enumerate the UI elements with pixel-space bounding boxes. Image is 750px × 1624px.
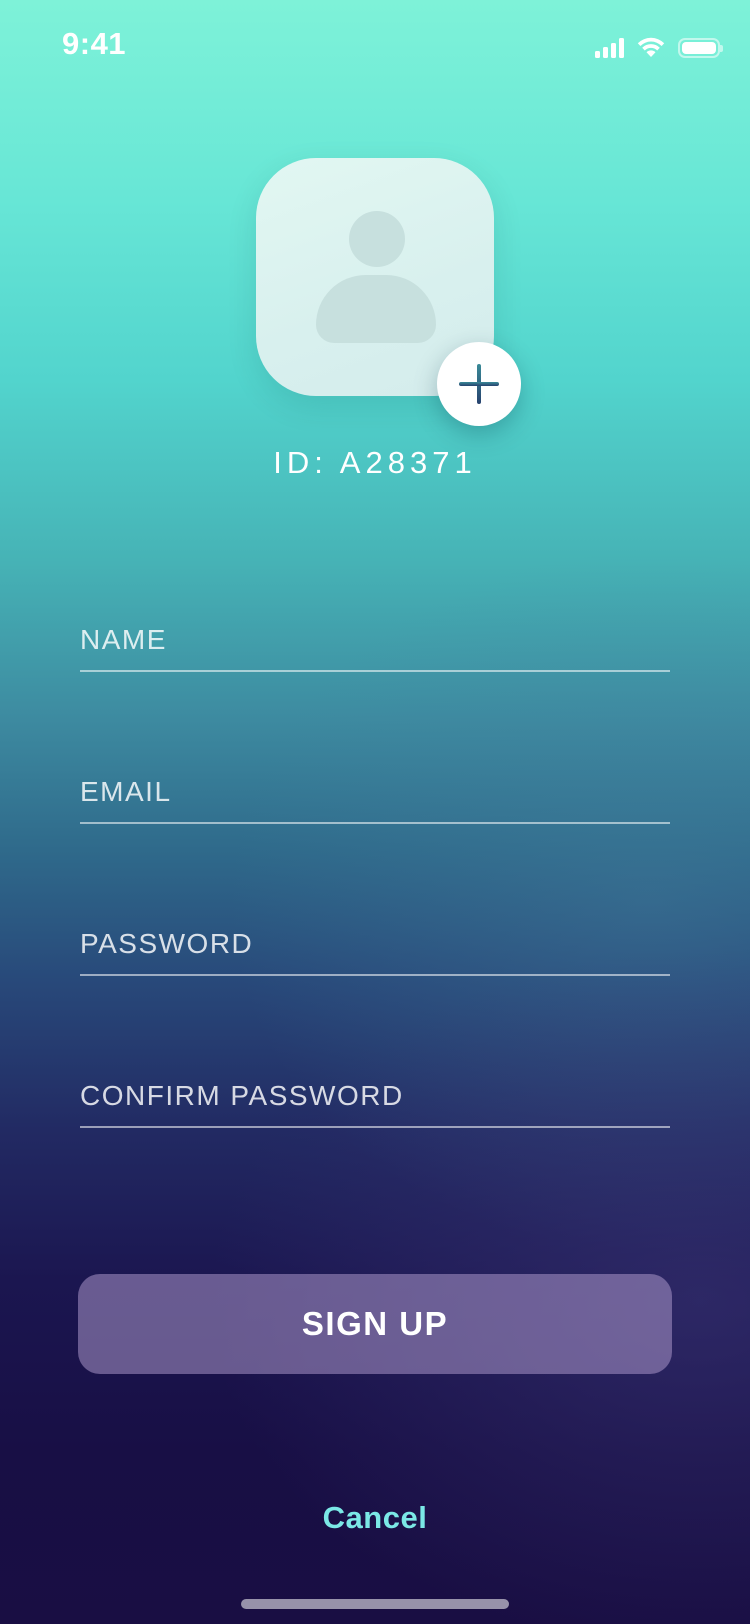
avatar-container bbox=[256, 158, 521, 426]
password-field bbox=[80, 906, 670, 976]
status-icons bbox=[595, 32, 723, 58]
confirm-password-input[interactable] bbox=[80, 1080, 670, 1112]
signup-button[interactable]: SIGN UP bbox=[78, 1274, 672, 1374]
avatar-head bbox=[349, 211, 405, 267]
signup-screen: 9:41 ID: A28371 NAME EMAIL SIGN UP Cance… bbox=[0, 0, 750, 1624]
status-bar: 9:41 bbox=[0, 0, 750, 90]
email-field bbox=[80, 754, 670, 824]
cellular-signal-icon bbox=[595, 36, 624, 58]
user-id-label: ID: A28371 bbox=[273, 445, 477, 480]
status-time: 9:41 bbox=[62, 26, 127, 61]
name-field bbox=[80, 602, 670, 672]
plus-icon bbox=[459, 364, 499, 404]
name-input[interactable] bbox=[80, 624, 670, 656]
email-input[interactable] bbox=[80, 776, 670, 808]
home-indicator[interactable] bbox=[241, 1599, 509, 1609]
confirm-password-field bbox=[80, 1058, 670, 1128]
add-photo-button[interactable] bbox=[437, 342, 521, 426]
avatar-body bbox=[316, 275, 436, 343]
password-input[interactable] bbox=[80, 928, 670, 960]
wifi-icon bbox=[636, 36, 666, 58]
battery-icon bbox=[678, 38, 723, 58]
cancel-button[interactable]: Cancel bbox=[0, 1500, 750, 1536]
